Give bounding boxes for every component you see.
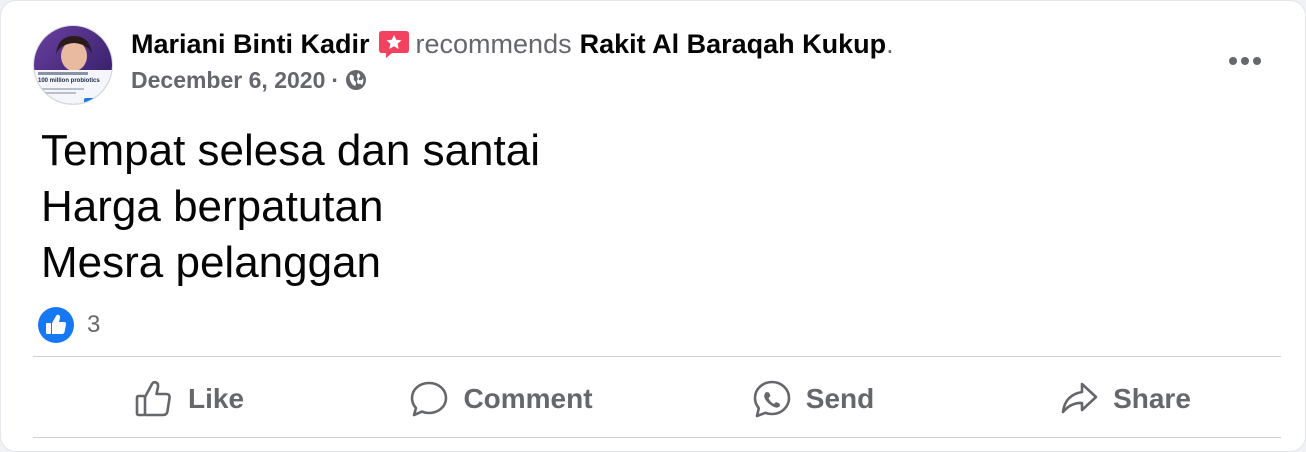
comment-button[interactable]: Comment (345, 361, 657, 437)
page-name-suffix: . (886, 29, 894, 59)
send-label: Send (805, 383, 875, 414)
like-button[interactable]: Like (33, 361, 345, 437)
share-button[interactable]: Share (969, 361, 1281, 437)
post-meta: December 6, 2020 · (131, 65, 367, 95)
like-reaction-icon (38, 307, 74, 343)
post-text-line: Harga berpatutan (41, 182, 384, 231)
recommend-star-icon (378, 29, 410, 59)
share-label: Share (1113, 383, 1191, 414)
action-bar: Like Comment Send Share (33, 361, 1281, 437)
more-horizontal-icon (1229, 57, 1261, 65)
comment-label: Comment (463, 383, 593, 414)
like-label: Like (187, 383, 245, 414)
post-card: 100 million probiotics Mariani Binti Kad… (0, 0, 1306, 452)
page-name-link[interactable]: Rakit Al Baraqah Kukup (580, 27, 887, 61)
post-body: Tempat selesa dan santai Harga berpatuta… (41, 123, 540, 291)
author-name[interactable]: Mariani Binti Kadir (131, 27, 370, 61)
reaction-count: 3 (87, 311, 101, 338)
divider (33, 437, 1281, 438)
meta-separator: · (331, 67, 340, 93)
send-button[interactable]: Send (657, 361, 969, 437)
post-date[interactable]: December 6, 2020 (131, 65, 325, 95)
divider (33, 356, 1281, 357)
post-header-line: Mariani Binti Kadir recommends Rakit Al … (131, 27, 894, 61)
globe-icon[interactable] (345, 69, 367, 91)
reactions-summary[interactable]: 3 (37, 306, 100, 344)
messenger-icon (753, 380, 791, 418)
more-options-button[interactable] (1221, 43, 1269, 79)
avatar[interactable]: 100 million probiotics (33, 25, 113, 105)
avatar-thumbnail-heading: 100 million probiotics (38, 78, 100, 84)
post-text-line: Mesra pelanggan (41, 238, 382, 287)
comment-icon (411, 381, 448, 417)
recommends-text: recommends (415, 29, 572, 59)
share-icon (1061, 382, 1098, 414)
thumbs-up-icon (135, 380, 171, 417)
post-text-line: Tempat selesa dan santai (41, 126, 540, 175)
